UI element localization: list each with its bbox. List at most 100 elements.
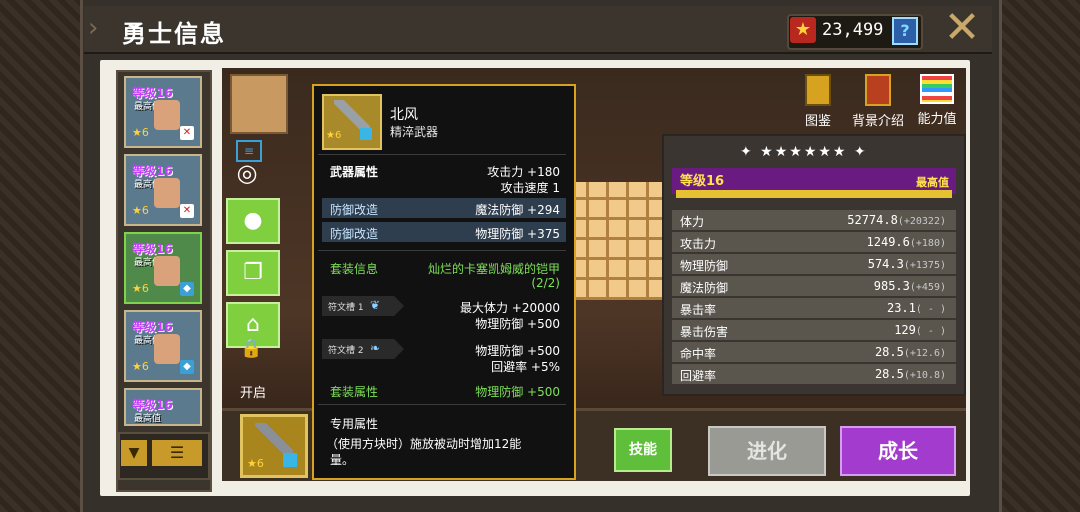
currency-count: 23,499 [822, 20, 884, 40]
stat-name: 暴击伤害 [680, 325, 729, 339]
stats-bars-icon [920, 74, 954, 104]
cards-button[interactable]: ❐ [226, 250, 280, 296]
hero-card-selected[interactable]: 等级16 最高值 ★6 ◆ [124, 232, 202, 304]
sword-crossed-icon: ✕ [180, 126, 194, 140]
stat-value-wrap: 129( - ) [894, 323, 946, 337]
sort-list-button[interactable]: ☰ [152, 440, 202, 466]
book-icon [805, 74, 831, 106]
stat-bonus: ( - ) [915, 326, 946, 337]
divider [318, 404, 566, 405]
magic-gem-icon: ◆ [180, 282, 194, 296]
divider [318, 250, 566, 251]
hero-max-label: 最高值 [134, 414, 162, 424]
set-info-label: 套装信息 [330, 262, 379, 276]
hero-card[interactable]: 等级16 最高值 [124, 388, 202, 426]
stat-value: 574.3 [867, 257, 904, 271]
close-button[interactable]: ✕ [940, 6, 984, 50]
hero-card[interactable]: 等级16 最高值 ★6 ◆ [124, 310, 202, 382]
divider [318, 154, 566, 155]
weapon-star: ★6 [326, 130, 342, 141]
rune-slot: 符文槽 2 ❧ [322, 339, 404, 359]
stat-name: 攻击力 [680, 237, 717, 251]
sword-icon [255, 423, 293, 453]
mod-label: 防御改造 [330, 203, 379, 217]
rune-effect: 物理防御 +500 [475, 317, 560, 331]
stat-value: 28.5 [874, 345, 904, 359]
rune-leaf-icon: ❧ [370, 341, 381, 355]
stat-value: 129 [894, 323, 916, 337]
hero-avatar [154, 334, 180, 364]
sort-order-button[interactable]: ▼ [121, 440, 147, 466]
rune-effect: 最大体力 +20000 [459, 301, 560, 315]
stat-bonus: (+12.6) [903, 348, 946, 359]
stat-value: 28.5 [874, 367, 904, 381]
hero-star: ★6 [132, 282, 149, 295]
set-attr-label: 套装属性 [330, 385, 379, 399]
background-story-button[interactable]: 背景介绍 [848, 74, 908, 129]
stat-value-wrap: 52774.8(+20322) [847, 213, 946, 227]
scene-window [566, 182, 666, 300]
unlock-label: 开启 [240, 386, 267, 401]
stat-value-wrap: 28.5(+12.6) [875, 345, 946, 359]
rune-effect: 物理防御 +500 [475, 344, 560, 358]
magic-gem-icon: ◆ [180, 360, 194, 374]
weapon-attr-label: 武器属性 [330, 165, 379, 179]
stat-value: 1249.6 [866, 235, 910, 249]
weapon-name: 北风 [390, 107, 418, 123]
stat-bonus: (+20322) [897, 216, 946, 227]
level-progress-fill [676, 190, 952, 198]
grow-button[interactable]: 成长 [840, 426, 956, 476]
stat-bonus: ( - ) [915, 304, 946, 315]
stat-name: 体力 [680, 215, 705, 229]
stat-value: 23.1 [886, 301, 916, 315]
stat-row: 回避率 28.5(+10.8) [672, 364, 956, 384]
set-attr-value: 物理防御 +500 [475, 385, 560, 399]
stat-value-wrap: 985.3(+459) [874, 279, 946, 293]
skill-button[interactable]: 技能 [614, 428, 672, 472]
hero-portrait[interactable] [230, 74, 288, 134]
stat-row: 暴击率 23.1( - ) [672, 298, 956, 318]
stat-bonus: (+10.8) [903, 370, 946, 381]
exclusive-text: 量。 [330, 453, 355, 467]
level-label: 等级16 [680, 174, 725, 189]
weapon-icon-frame: ★6 [322, 94, 382, 150]
stat-value: 52774.8 [847, 213, 898, 227]
star-rating: ✦ ★★★★★★ ✦ [740, 144, 868, 160]
weapon-slot[interactable]: ★6 [240, 414, 308, 478]
stat-name: 暴击率 [680, 303, 717, 317]
exclusive-text: （使用方块时）施放被动时增加12能 [326, 437, 522, 451]
scroll-icon [865, 74, 891, 106]
evolve-button[interactable]: 进化 [708, 426, 826, 476]
currency-help-button[interactable]: ? [892, 17, 918, 45]
chat-bubble-button[interactable]: ● [226, 198, 280, 244]
stat-bonus: (+459) [909, 282, 946, 293]
set-name: 灿烂的卡塞凯姆威的铠甲 [427, 262, 560, 276]
stats-button[interactable]: 能力值 [912, 74, 962, 127]
codex-label: 图鉴 [804, 114, 831, 129]
set-count: (2/2) [531, 276, 560, 290]
rune-slot: 符文槽 1 ❦ [322, 296, 404, 316]
level-max-label: 最高值 [916, 176, 949, 189]
stat-bonus: (+180) [909, 238, 946, 249]
stat-name: 魔法防御 [680, 281, 729, 295]
stat-value-wrap: 574.3(+1375) [868, 257, 946, 271]
stat-row: 命中率 28.5(+12.6) [672, 342, 956, 362]
target-icon[interactable]: ◎ [234, 160, 260, 186]
exclusive-label: 专用属性 [330, 417, 379, 431]
codex-button[interactable]: 图鉴 [800, 74, 836, 129]
hero-card[interactable]: 等级16 最高值 ★6 ✕ [124, 154, 202, 226]
lock-icon: 🔒 [240, 338, 263, 359]
page-title: 勇士信息 [122, 20, 226, 48]
gem-icon [283, 453, 297, 467]
stats-label: 能力值 [917, 112, 957, 127]
weapon-type: 精淬武器 [390, 125, 439, 139]
hero-star: ★6 [132, 126, 149, 139]
stat-row: 体力 52774.8(+20322) [672, 210, 956, 230]
mod-label: 防御改造 [330, 227, 379, 241]
stat-name: 物理防御 [680, 259, 729, 273]
stat-value-wrap: 23.1( - ) [887, 301, 946, 315]
mod-value: 物理防御 +375 [475, 227, 560, 241]
stat-row: 攻击力 1249.6(+180) [672, 232, 956, 252]
stat-row: 魔法防御 985.3(+459) [672, 276, 956, 296]
hero-card[interactable]: 等级16 最高值 ★6 ✕ [124, 76, 202, 148]
